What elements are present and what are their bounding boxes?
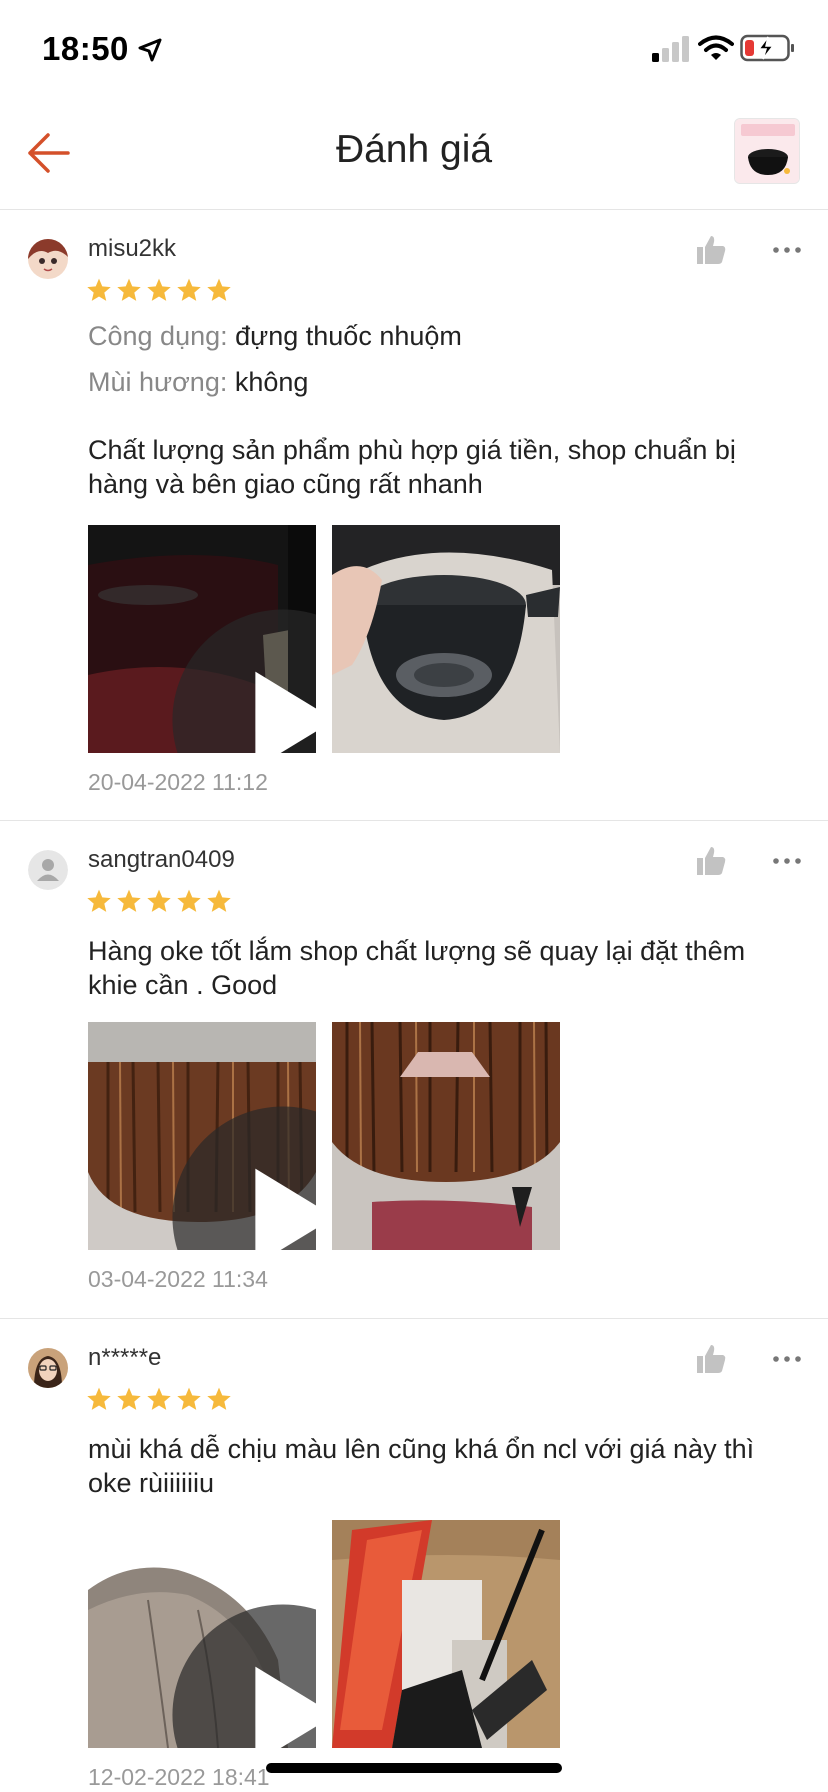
cellular-signal-icon [652, 36, 689, 62]
star-icon [177, 278, 201, 301]
default-user-icon [28, 850, 68, 890]
thumbs-up-icon[interactable] [694, 1342, 728, 1376]
attribute-label: Mùi hương: [88, 367, 228, 397]
star-icon [87, 278, 111, 301]
play-icon[interactable] [169, 606, 316, 753]
review-attribute: Mùi hương: không [88, 367, 308, 398]
star-icon [117, 278, 141, 301]
star-icon [207, 278, 231, 301]
review-date: 12-02-2022 18:41 [88, 1764, 270, 1790]
star-icon [207, 1387, 231, 1410]
review-date: 20-04-2022 11:12 [88, 769, 268, 795]
more-options-icon[interactable] [772, 856, 802, 866]
more-options-icon[interactable] [772, 245, 802, 255]
battery-low-charging-icon [740, 34, 794, 62]
review-photo[interactable] [332, 1022, 560, 1250]
thumbs-up-icon[interactable] [694, 844, 728, 878]
status-bar: 18:50 [0, 0, 828, 100]
play-icon[interactable] [169, 1601, 316, 1748]
attribute-label: Công dụng: [88, 321, 228, 351]
review-photo[interactable] [332, 525, 560, 753]
star-rating [86, 888, 232, 918]
nav-bar: Đánh giá [0, 100, 828, 210]
star-icon [177, 1387, 201, 1410]
star-icon [177, 889, 201, 912]
product-bowl-image [735, 119, 799, 183]
attribute-value: đựng thuốc nhuộm [235, 321, 462, 351]
review-text: Chất lượng sản phẩm phù hợp giá tiền, sh… [88, 435, 736, 499]
wifi-icon [698, 35, 734, 60]
star-icon [117, 1387, 141, 1410]
review-text: Hàng oke tốt lắm shop chất lượng sẽ quay… [88, 936, 746, 1000]
review-date: 03-04-2022 11:34 [88, 1266, 268, 1292]
review-video-thumbnail[interactable] [88, 1520, 316, 1748]
review-item: n*****e mùi khá dễ chịu màu lên cũng khá… [0, 1320, 828, 1792]
home-indicator[interactable] [266, 1763, 562, 1773]
star-icon [87, 1387, 111, 1410]
review-attribute: Công dụng: đựng thuốc nhuộm [88, 321, 462, 352]
star-icon [117, 889, 141, 912]
user-avatar[interactable] [28, 850, 68, 890]
product-thumbnail[interactable] [734, 118, 800, 184]
star-rating [86, 277, 232, 307]
star-icon [147, 1387, 171, 1410]
review-video-thumbnail[interactable] [88, 525, 316, 753]
star-icon [147, 278, 171, 301]
review-username: misu2kk [88, 235, 177, 262]
review-username: n*****e [88, 1344, 162, 1371]
star-icon [147, 889, 171, 912]
more-options-icon[interactable] [772, 1354, 802, 1364]
review-item: misu2kk Công dụng: đựng thuốc nhuộm Mùi … [0, 211, 828, 821]
attribute-value: không [234, 367, 309, 397]
user-avatar[interactable] [28, 239, 68, 279]
star-rating [86, 1386, 232, 1416]
thumbs-up-icon[interactable] [694, 233, 728, 267]
review-video-thumbnail[interactable] [88, 1022, 316, 1250]
review-item: sangtran0409 Hàng oke tốt lắm shop chất … [0, 822, 828, 1319]
location-arrow-icon [138, 38, 162, 62]
review-username: sangtran0409 [88, 846, 235, 873]
review-text: mùi khá dễ chịu màu lên cũng khá ổn ncl … [88, 1434, 755, 1498]
star-icon [207, 889, 231, 912]
user-avatar[interactable] [28, 1348, 68, 1388]
page-title: Đánh giá [335, 128, 493, 171]
review-photo[interactable] [332, 1520, 560, 1748]
play-icon[interactable] [169, 1103, 316, 1250]
star-icon [87, 889, 111, 912]
status-time: 18:50 [42, 30, 129, 67]
